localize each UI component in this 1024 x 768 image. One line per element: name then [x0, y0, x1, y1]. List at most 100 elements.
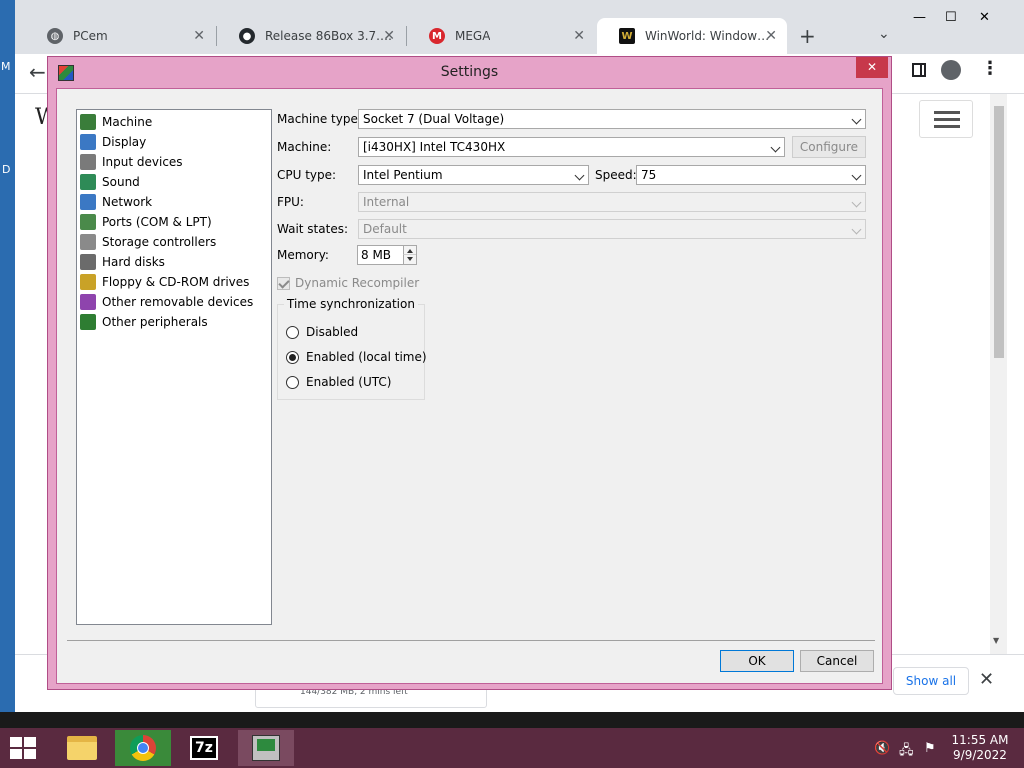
- display-icon: [80, 134, 96, 150]
- cpu-type-select[interactable]: Intel Pentium: [358, 165, 589, 185]
- time-sync-local-radio[interactable]: Enabled (local time): [286, 347, 427, 367]
- taskbar-86box[interactable]: [238, 730, 294, 766]
- speed-select[interactable]: 75: [636, 165, 866, 185]
- windows-logo-icon: [24, 749, 36, 759]
- category-label: Floppy & CD-ROM drives: [102, 275, 250, 289]
- close-icon[interactable]: ✕: [765, 28, 777, 44]
- cpu-type-label: CPU type:: [277, 168, 337, 182]
- scrollbar-thumb[interactable]: [994, 106, 1004, 358]
- input-devices-icon: [80, 154, 96, 170]
- 86box-app-icon: [58, 65, 74, 81]
- category-label: Input devices: [102, 155, 183, 169]
- ok-button[interactable]: OK: [720, 650, 794, 672]
- close-window-icon[interactable]: ✕: [979, 10, 990, 25]
- category-network[interactable]: Network: [80, 192, 152, 212]
- fpu-select[interactable]: Internal: [358, 192, 866, 212]
- taskbar-clock[interactable]: 11:55 AM 9/9/2022: [940, 733, 1020, 763]
- tab-search-icon[interactable]: ⌄: [878, 26, 890, 42]
- back-arrow-icon[interactable]: ←: [29, 60, 46, 84]
- category-label: Other removable devices: [102, 295, 254, 309]
- tab-winworld[interactable]: W WinWorld: Windows 95 ✕: [597, 18, 787, 54]
- close-icon[interactable]: ✕: [193, 28, 205, 44]
- profile-avatar-icon[interactable]: [941, 60, 961, 80]
- close-icon[interactable]: ✕: [573, 28, 585, 44]
- globe-icon: ◍: [47, 28, 63, 44]
- hamburger-menu-button[interactable]: [919, 100, 973, 138]
- spin-down-arrow-icon[interactable]: [403, 255, 416, 264]
- hamburger-line: [934, 111, 960, 114]
- tab-title: PCem: [73, 29, 108, 43]
- category-label: Storage controllers: [102, 235, 217, 249]
- taskbar-file-explorer[interactable]: [54, 730, 110, 766]
- taskbar-chrome[interactable]: [115, 730, 171, 766]
- close-download-shelf-icon[interactable]: ✕: [979, 669, 994, 690]
- category-ports[interactable]: Ports (COM & LPT): [80, 212, 212, 232]
- taskbar-7zip[interactable]: 7z: [176, 730, 232, 766]
- category-display[interactable]: Display: [80, 132, 146, 152]
- dialog-content: Machine Display Input devices Sound Netw…: [56, 88, 883, 684]
- maximize-icon[interactable]: ☐: [945, 10, 957, 25]
- clock-time: 11:55 AM: [951, 733, 1009, 747]
- more-menu-icon[interactable]: ⋮: [981, 58, 999, 79]
- category-input-devices[interactable]: Input devices: [80, 152, 183, 172]
- radio-unchecked-icon: [286, 375, 299, 389]
- machine-type-select[interactable]: Socket 7 (Dual Voltage): [358, 109, 866, 129]
- side-panel-icon[interactable]: [912, 63, 926, 77]
- taskbar: 7z: [0, 728, 1024, 768]
- dialog-titlebar[interactable]: Settings ✕: [48, 57, 891, 88]
- machine-select[interactable]: [i430HX] Intel TC430HX: [358, 137, 785, 157]
- dialog-close-button[interactable]: ✕: [856, 57, 888, 78]
- network-icon: [80, 194, 96, 210]
- close-icon[interactable]: ✕: [383, 28, 395, 44]
- tab-title: Release 86Box 3.7.1 · 86: [265, 29, 393, 43]
- category-floppy-cdrom[interactable]: Floppy & CD-ROM drives: [80, 272, 249, 292]
- hamburger-line: [934, 118, 960, 121]
- radio-checked-icon: [286, 350, 299, 364]
- volume-muted-icon[interactable]: 🔇: [874, 741, 890, 756]
- category-sound[interactable]: Sound: [80, 172, 140, 192]
- ports-icon: [80, 214, 96, 230]
- tab-pcem[interactable]: ◍ PCem ✕: [25, 18, 215, 54]
- file-explorer-icon: [67, 736, 97, 760]
- machine-icon: [80, 114, 96, 130]
- category-machine[interactable]: Machine: [80, 112, 152, 132]
- 86box-icon: [252, 735, 280, 761]
- start-button[interactable]: [10, 736, 38, 760]
- category-label: Machine: [102, 115, 153, 129]
- winworld-icon: W: [619, 28, 635, 44]
- wait-states-select[interactable]: Default: [358, 219, 866, 239]
- category-label: Hard disks: [102, 255, 165, 269]
- radio-label: Enabled (local time): [306, 350, 427, 364]
- scroll-down-arrow-icon[interactable]: ▼: [993, 636, 999, 645]
- page-scrollbar[interactable]: [990, 94, 1007, 654]
- speed-label: Speed:: [595, 168, 637, 182]
- settings-category-list[interactable]: Machine Display Input devices Sound Netw…: [76, 109, 272, 625]
- desktop-edge: M D: [0, 0, 15, 712]
- 7zip-icon: 7z: [190, 736, 218, 760]
- minimize-icon[interactable]: —: [913, 10, 926, 25]
- time-sync-utc-radio[interactable]: Enabled (UTC): [286, 372, 391, 392]
- time-sync-disabled-radio[interactable]: Disabled: [286, 322, 358, 342]
- spin-up-arrow-icon[interactable]: [403, 246, 416, 255]
- tab-86box-release[interactable]: ● Release 86Box 3.7.1 · 86 ✕: [217, 18, 405, 54]
- network-icon[interactable]: 🖧: [899, 741, 914, 763]
- new-tab-button[interactable]: +: [799, 24, 816, 48]
- removable-devices-icon: [80, 294, 96, 310]
- checkbox-checked-icon: [277, 276, 290, 290]
- notification-icon[interactable]: ⚑: [924, 741, 936, 756]
- category-hard-disks[interactable]: Hard disks: [80, 252, 165, 272]
- configure-button[interactable]: Configure: [792, 136, 866, 158]
- category-removable-devices[interactable]: Other removable devices: [80, 292, 253, 312]
- radio-unchecked-icon: [286, 325, 299, 339]
- show-all-downloads-button[interactable]: Show all: [893, 667, 969, 695]
- memory-spinbox[interactable]: 8 MB: [357, 245, 417, 265]
- dynamic-recompiler-checkbox[interactable]: Dynamic Recompiler: [277, 273, 419, 293]
- category-label: Display: [102, 135, 147, 149]
- radio-label: Disabled: [306, 325, 359, 339]
- cancel-button[interactable]: Cancel: [800, 650, 874, 672]
- wait-states-label: Wait states:: [277, 222, 348, 236]
- category-storage-controllers[interactable]: Storage controllers: [80, 232, 216, 252]
- category-peripherals[interactable]: Other peripherals: [80, 312, 208, 332]
- tab-mega[interactable]: M MEGA ✕: [407, 18, 595, 54]
- time-sync-group-title: Time synchronization: [284, 295, 418, 313]
